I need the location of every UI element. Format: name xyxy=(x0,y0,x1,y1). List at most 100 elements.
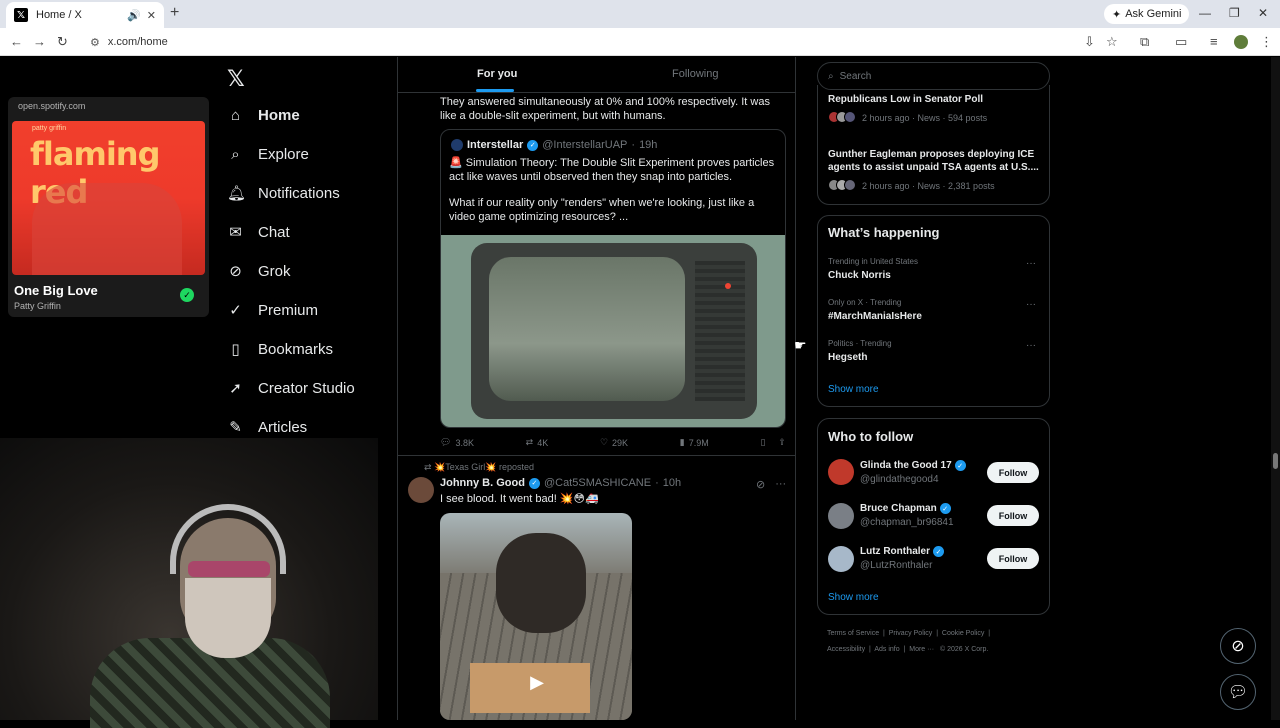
heart-icon: ♡ xyxy=(599,437,609,447)
back-icon[interactable]: ← xyxy=(10,34,23,49)
quoted-author-handle[interactable]: @InterstellarUAP xyxy=(542,139,627,151)
quoted-post-header: Interstellar ✓ @InterstellarUAP · 19h xyxy=(451,139,657,151)
news-avatars xyxy=(828,179,856,193)
quoted-post-image[interactable] xyxy=(441,235,785,427)
trend-category: Only on X · Trending xyxy=(828,298,902,307)
tab-for-you[interactable]: For you xyxy=(477,68,517,80)
nav-chat[interactable]: ✉ Chat xyxy=(227,217,289,247)
site-info-icon[interactable]: ⚙ xyxy=(90,36,100,49)
follow-button[interactable]: Follow xyxy=(987,462,1039,483)
follow-name[interactable]: Glinda the Good 17 ✓ xyxy=(860,460,966,471)
nav-notifications[interactable]: 🔔︎ Notifications xyxy=(227,178,340,208)
grok-icon[interactable]: ⊘ xyxy=(1220,628,1256,664)
follow-handle: @LutzRonthaler xyxy=(860,560,933,571)
trend-name[interactable]: Chuck Norris xyxy=(828,270,891,281)
reload-icon[interactable]: ↻ xyxy=(57,34,68,50)
more-icon[interactable]: ··· xyxy=(1026,299,1036,310)
avatar[interactable] xyxy=(828,503,854,529)
split-view-icon[interactable]: ▭ xyxy=(1175,34,1187,50)
follow-name[interactable]: Bruce Chapman ✓ xyxy=(860,503,951,514)
follow-name-text: Bruce Chapman xyxy=(860,503,937,514)
close-window-icon[interactable]: ✕ xyxy=(1258,6,1268,20)
nav-articles[interactable]: ✎ Articles xyxy=(227,412,307,442)
forward-icon[interactable]: → xyxy=(33,34,46,49)
footer-link[interactable]: Terms of Service xyxy=(827,630,879,637)
avatar[interactable] xyxy=(828,546,854,572)
share-icon[interactable]: ⇪ xyxy=(778,437,786,448)
follow-button[interactable]: Follow xyxy=(987,505,1039,526)
scrollbar-thumb[interactable] xyxy=(1273,453,1278,469)
grok-icon[interactable]: ⊘ xyxy=(756,478,765,491)
spotify-miniplayer[interactable]: open.spotify.com patty griffin flaming r… xyxy=(8,97,209,317)
footer-link[interactable]: Ads info xyxy=(874,646,899,653)
more-icon[interactable]: ··· xyxy=(1026,340,1036,351)
scrollbar[interactable] xyxy=(1271,57,1280,720)
avatar[interactable] xyxy=(828,459,854,485)
quoted-author-name[interactable]: Interstellar xyxy=(467,139,523,151)
play-icon[interactable]: ▶ xyxy=(526,671,548,693)
nav-creator-studio[interactable]: ➚ Creator Studio xyxy=(227,373,355,403)
tab-following[interactable]: Following xyxy=(672,68,718,80)
trend-name[interactable]: Hegseth xyxy=(828,352,867,363)
extensions-icon[interactable]: ⧉ xyxy=(1140,34,1149,50)
nav-bookmarks[interactable]: ▯ Bookmarks xyxy=(227,334,333,364)
follow-button[interactable]: Follow xyxy=(987,548,1039,569)
chart-icon: ▮ xyxy=(679,437,685,447)
close-tab-icon[interactable]: ✕ xyxy=(147,9,156,22)
post-time[interactable]: 10h xyxy=(663,477,681,489)
follow-name[interactable]: Lutz Ronthaler ✓ xyxy=(860,546,944,557)
restore-icon[interactable]: ❐ xyxy=(1229,6,1240,20)
nav-explore[interactable]: ⌕ Explore xyxy=(227,139,309,169)
post-video[interactable]: ▶ xyxy=(440,513,632,720)
like-button[interactable]: ♡ 29K xyxy=(600,437,628,448)
trend-category: Trending in United States xyxy=(828,257,918,266)
news-headline[interactable]: Gunther Eagleman proposes deploying ICE … xyxy=(828,148,1043,174)
nav-home[interactable]: ⌂ Home xyxy=(227,100,300,130)
bookmark-star-icon[interactable]: ☆ xyxy=(1106,34,1118,50)
trend-name[interactable]: #MarchManiaIsHere xyxy=(828,311,922,322)
avatar[interactable] xyxy=(408,477,434,503)
repost-button[interactable]: ⇄ 4K xyxy=(526,437,549,448)
browser-tab[interactable]: 𝕏 Home / X 🔊 ✕ xyxy=(6,2,164,28)
verified-badge-icon: ✓ xyxy=(939,503,951,514)
ask-gemini-button[interactable]: ✦ Ask Gemini xyxy=(1104,4,1190,24)
saved-check-icon[interactable]: ✓ xyxy=(180,288,194,302)
news-headline[interactable]: Republicans Low in Senator Poll xyxy=(828,93,1043,106)
avatar[interactable] xyxy=(451,139,463,151)
address-bar[interactable]: ⚙ x.com/home xyxy=(84,32,1080,52)
media-icon[interactable]: ≡ xyxy=(1210,34,1218,49)
quoted-post[interactable]: Interstellar ✓ @InterstellarUAP · 19h 🚨 … xyxy=(440,129,786,428)
author-name[interactable]: Johnny B. Good xyxy=(440,477,525,489)
install-icon[interactable]: ⇩ xyxy=(1084,34,1095,50)
timeline-tabs: For you Following xyxy=(398,57,795,93)
footer-link[interactable]: Cookie Policy xyxy=(942,630,984,637)
footer-link[interactable]: Privacy Policy xyxy=(889,630,933,637)
menu-icon[interactable]: ⋮ xyxy=(1260,34,1273,50)
show-more-link[interactable]: Show more xyxy=(828,384,879,395)
nav-premium[interactable]: ✓ Premium xyxy=(227,295,318,325)
follow-name-text: Glinda the Good 17 xyxy=(860,460,952,471)
repost-context[interactable]: ⇄ 💥Texas Girl💥 reposted xyxy=(424,462,534,473)
nav-grok[interactable]: ⊘ Grok xyxy=(227,256,290,286)
footer-link[interactable]: More ··· xyxy=(909,646,934,653)
tv-led xyxy=(725,283,731,289)
show-more-link[interactable]: Show more xyxy=(828,592,879,603)
active-tab-indicator xyxy=(476,89,514,92)
x-logo-icon[interactable]: 𝕏 xyxy=(227,66,245,92)
speaker-icon[interactable]: 🔊 xyxy=(127,9,141,22)
new-tab-icon[interactable]: + xyxy=(170,4,179,22)
post-header: Johnny B. Good ✓ @Cat5SMASHICANE · 10h xyxy=(440,477,681,489)
chat-bubble-icon[interactable]: 💬︎ xyxy=(1220,674,1256,710)
x-logo-icon: 𝕏 xyxy=(14,8,28,22)
more-icon[interactable]: ··· xyxy=(775,478,786,491)
views-button[interactable]: ▮ 7.9M xyxy=(680,437,709,448)
minimize-icon[interactable]: — xyxy=(1199,6,1211,20)
footer-link[interactable]: Accessibility xyxy=(827,646,865,653)
song-artist: Patty Griffin xyxy=(14,301,61,311)
bookmark-icon[interactable]: ▯ xyxy=(760,437,765,448)
profile-avatar[interactable] xyxy=(1234,35,1248,49)
quoted-post-time[interactable]: 19h xyxy=(639,139,657,151)
more-icon[interactable]: ··· xyxy=(1026,258,1036,269)
reply-button[interactable]: 💬︎ 3.8K xyxy=(440,437,474,448)
author-handle[interactable]: @Cat5SMASHICANE xyxy=(544,477,651,489)
